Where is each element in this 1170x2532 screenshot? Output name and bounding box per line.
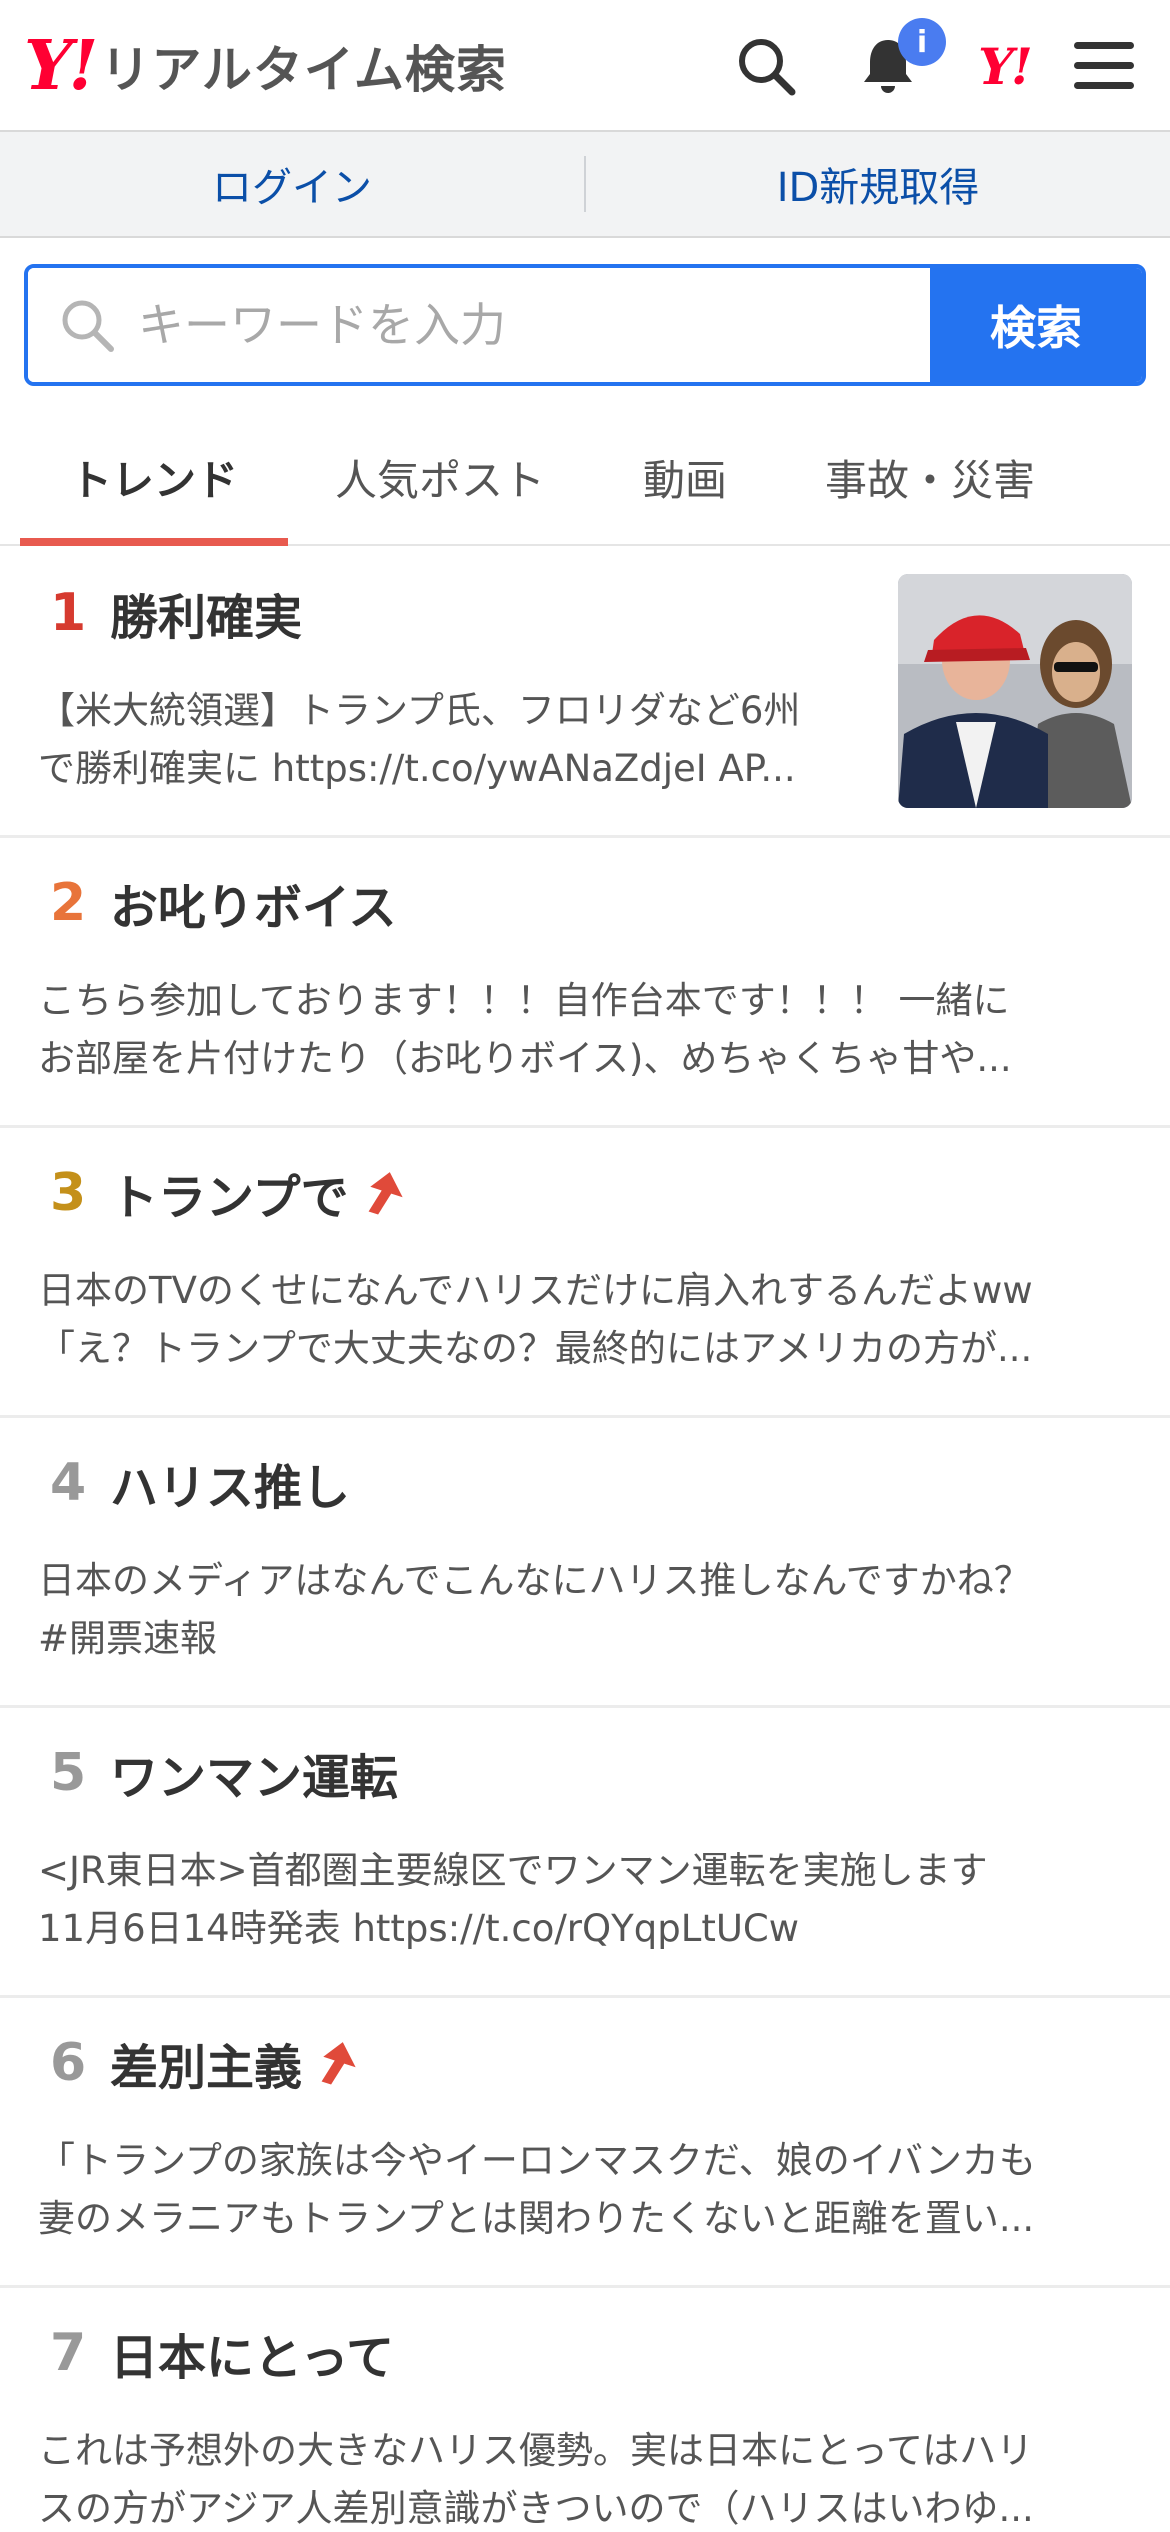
rank-number: 3	[50, 1163, 87, 1223]
hamburger-menu-icon[interactable]	[1068, 30, 1140, 102]
trend-title: ワンマン運転	[110, 1750, 399, 1806]
snippet-line: 11月6日14時発表 https://t.co/rQYqpLtUCw	[38, 1907, 800, 1950]
account-bar: ログイン ID新規取得	[0, 132, 1170, 238]
trend-item-7[interactable]: 7 日本にとって これは予想外の大きなハリス優勢。実は日本にとってはハリ スの方…	[0, 2288, 1170, 2532]
tab-bar: トレンド 人気ポスト 動画 事故・災害	[0, 410, 1170, 546]
trend-item-4[interactable]: 4 ハリス推し 日本のメディアはなんでこんなにハリス推しなんですかね？ #開票速…	[0, 1418, 1170, 1708]
yahoo-japan-logo-text: Y!	[978, 36, 1033, 96]
rank-number: 1	[50, 583, 87, 643]
tab-videos[interactable]: 動画	[590, 410, 780, 544]
trend-item-3[interactable]: 3 トランプで 日本のTVのくせになんでハリスだけに肩入れするんだよww 「え？…	[0, 1128, 1170, 1418]
trend-snippet: 日本のTVのくせになんでハリスだけに肩入れするんだよww 「え？トランプで大丈夫…	[38, 1262, 1118, 1378]
app-header: Y! リアルタイム検索 i Y!	[0, 0, 1170, 132]
rank-number: 4	[50, 1453, 87, 1513]
tab-popular-posts[interactable]: 人気ポスト	[300, 410, 580, 544]
snippet-line: <JR東日本>首都圏主要線区でワンマン運転を実施します	[38, 1849, 988, 1892]
snippet-line: 「トランプの家族は今やイーロンマスクだ、娘のイバンカも	[38, 2139, 1036, 2182]
site-title: リアルタイム検索	[100, 41, 507, 99]
snippet-line: 「え？トランプで大丈夫なの？最終的にはアメリカの方が...	[38, 1327, 1033, 1370]
yahoo-japan-logo-icon[interactable]: Y!	[968, 30, 1040, 102]
snippet-line: で勝利確実に https://t.co/ywANaZdjeI AP...	[38, 747, 796, 790]
search-bar: 検索	[24, 264, 1146, 386]
search-field[interactable]	[28, 268, 938, 382]
rank-number: 6	[50, 2033, 87, 2093]
trend-thumbnail-image[interactable]	[898, 574, 1132, 808]
snippet-line: 妻のメラニアもトランプとは関わりたくないと距離を置い...	[38, 2197, 1035, 2240]
snippet-line: こちら参加しております！！！自作台本です！！！ 一緒に	[38, 979, 1010, 1022]
trend-snippet: こちら参加しております！！！自作台本です！！！ 一緒に お部屋を片付けたり（お叱…	[38, 972, 1118, 1088]
snippet-line: 日本のTVのくせになんでハリスだけに肩入れするんだよww	[38, 1269, 1033, 1312]
trend-snippet: 「トランプの家族は今やイーロンマスクだ、娘のイバンカも 妻のメラニアもトランプと…	[38, 2132, 1118, 2248]
snippet-line: 【米大統領選】トランプ氏、フロリダなど6州	[38, 689, 801, 732]
site-logo[interactable]: Y! リアルタイム検索	[24, 30, 507, 102]
active-tab-indicator	[20, 538, 288, 546]
trend-snippet: 【米大統領選】トランプ氏、フロリダなど6州 で勝利確実に https://t.c…	[38, 682, 848, 798]
rank-number: 2	[50, 873, 87, 933]
login-link[interactable]: ログイン	[0, 155, 584, 213]
trend-item-5[interactable]: 5 ワンマン運転 <JR東日本>首都圏主要線区でワンマン運転を実施します 11月…	[0, 1708, 1170, 1998]
tab-trend[interactable]: トレンド	[20, 410, 288, 544]
trend-item-1[interactable]: 1 勝利確実 【米大統領選】トランプ氏、フロリダなど6州 で勝利確実に http…	[0, 548, 1170, 838]
register-link[interactable]: ID新規取得	[586, 155, 1170, 213]
rank-number: 5	[50, 1743, 87, 1803]
trend-list: 1 勝利確実 【米大統領選】トランプ氏、フロリダなど6州 で勝利確実に http…	[0, 548, 1170, 2532]
trend-item-6[interactable]: 6 差別主義 「トランプの家族は今やイーロンマスクだ、娘のイバンカも 妻のメラニ…	[0, 1998, 1170, 2288]
trend-title: 日本にとって	[110, 2330, 395, 2386]
trend-title: 勝利確実	[110, 590, 303, 646]
notification-badge: i	[898, 18, 946, 66]
trend-title: ハリス推し	[110, 1460, 351, 1516]
search-icon[interactable]	[730, 30, 802, 102]
search-field-icon	[62, 300, 114, 352]
snippet-line: お部屋を片付けたり（お叱りボイス)、めちゃくちゃ甘や...	[38, 1037, 1012, 1080]
trend-title: 差別主義	[110, 2040, 303, 2096]
trend-snippet: これは予想外の大きなハリス優勢。実は日本にとってはハリ スの方がアジア人差別意識…	[38, 2422, 1118, 2532]
trend-item-2[interactable]: 2 お叱りボイス こちら参加しております！！！自作台本です！！！ 一緒に お部屋…	[0, 838, 1170, 1128]
rising-arrow-icon	[321, 2042, 356, 2085]
snippet-line: 日本のメディアはなんでこんなにハリス推しなんですかね？	[38, 1559, 1031, 1602]
tab-accidents-disasters[interactable]: 事故・災害	[800, 410, 1060, 544]
trend-snippet: <JR東日本>首都圏主要線区でワンマン運転を実施します 11月6日14時発表 h…	[38, 1842, 1118, 1958]
trend-snippet: 日本のメディアはなんでこんなにハリス推しなんですかね？ #開票速報	[38, 1552, 1118, 1668]
snippet-line: #開票速報	[38, 1617, 218, 1660]
snippet-line: これは予想外の大きなハリス優勢。実は日本にとってはハリ	[38, 2429, 1034, 2472]
yahoo-logo-mark: Y!	[24, 26, 98, 106]
rank-number: 7	[50, 2323, 87, 2383]
trend-title: トランプで	[110, 1170, 349, 1226]
trend-title: お叱りボイス	[110, 880, 397, 936]
search-button[interactable]: 検索	[930, 268, 1142, 382]
rising-arrow-icon	[368, 1172, 403, 1215]
snippet-line: スの方がアジア人差別意識がきついので（ハリスはいわゆ...	[38, 2487, 1034, 2530]
search-input[interactable]	[138, 268, 938, 382]
